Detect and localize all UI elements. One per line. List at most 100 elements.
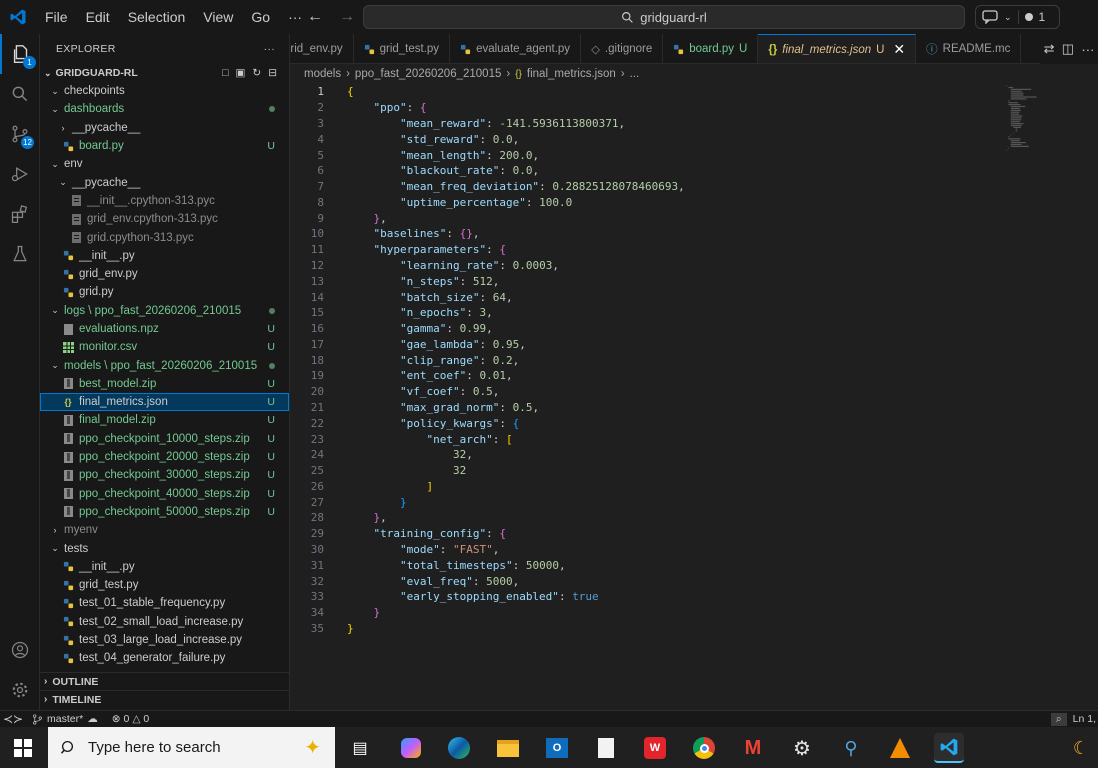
breadcrumb-file[interactable]: final_metrics.json: [527, 68, 616, 80]
tree-file[interactable]: grid.py: [40, 283, 289, 301]
zoom-icon[interactable]: ⌕: [1050, 712, 1067, 726]
testing-activity[interactable]: [0, 234, 40, 274]
code-editor[interactable]: 1{2 "ppo": {3 "mean_reward": -141.593611…: [290, 84, 1098, 710]
outlook-icon[interactable]: O: [542, 733, 572, 763]
tree-file[interactable]: ppo_checkpoint_50000_steps.zip U: [40, 503, 289, 521]
tree-folder[interactable]: › myenv: [40, 521, 289, 539]
timeline-section[interactable]: › TIMELINE: [40, 690, 289, 708]
tree-file[interactable]: __init__.py: [40, 558, 289, 576]
tree-folder[interactable]: ⌄ checkpoints: [40, 82, 289, 100]
sync-icon: ☁: [87, 713, 98, 725]
file-explorer-icon[interactable]: [493, 733, 523, 763]
run-debug-activity[interactable]: [0, 154, 40, 194]
branch-item[interactable]: master* ☁: [26, 713, 104, 725]
notepad-icon[interactable]: [591, 733, 621, 763]
tree-folder[interactable]: ⌄ models \ ppo_fast_20260206_210015: [40, 356, 289, 374]
menu-edit[interactable]: Edit: [77, 0, 119, 34]
more-actions-icon[interactable]: ···: [1081, 42, 1094, 57]
more-actions-icon[interactable]: ···: [264, 43, 275, 55]
close-icon[interactable]: ✕: [893, 41, 905, 58]
editor-tab[interactable]: ⓘ README.mc: [916, 34, 1022, 63]
collapse-all-icon[interactable]: ⊟: [268, 67, 277, 79]
tree-file[interactable]: {} final_metrics.json U: [40, 393, 289, 412]
vscode-logo-icon[interactable]: [0, 0, 36, 34]
taskbar-search[interactable]: Type here to search ✦: [48, 727, 335, 768]
refresh-icon[interactable]: ↻: [252, 67, 261, 79]
wps-office-icon[interactable]: W: [640, 733, 670, 763]
tree-folder[interactable]: › __pycache__: [40, 119, 289, 137]
command-center-search[interactable]: gridguard-rl: [363, 5, 965, 29]
source-control-activity[interactable]: 12: [0, 114, 40, 154]
vlc-icon[interactable]: [885, 733, 915, 763]
gmail-icon[interactable]: M: [738, 733, 768, 763]
tree-folder[interactable]: ⌄ env: [40, 155, 289, 173]
outline-section[interactable]: › OUTLINE: [40, 672, 289, 690]
code-line: 30 "mode": "FAST",: [290, 542, 500, 558]
tree-file[interactable]: ppo_checkpoint_40000_steps.zip U: [40, 485, 289, 503]
remote-icon[interactable]: ≺≻: [0, 712, 26, 726]
search-activity[interactable]: [0, 74, 40, 114]
menu-go[interactable]: Go: [242, 0, 279, 34]
vscode-taskbar-icon[interactable]: [934, 733, 964, 763]
windows-start-icon[interactable]: [14, 739, 32, 757]
tree-file[interactable]: board.py U: [40, 137, 289, 155]
tree-file[interactable]: grid_env.cpython-313.pyc: [40, 210, 289, 228]
tree-file[interactable]: test_01_stable_frequency.py: [40, 594, 289, 612]
breadcrumb-run-folder[interactable]: ppo_fast_20260206_210015: [355, 68, 501, 80]
settings-icon[interactable]: ⚙: [787, 733, 817, 763]
editor-scrollbar[interactable]: [1085, 84, 1098, 710]
menu-selection[interactable]: Selection: [119, 0, 195, 34]
cursor-position[interactable]: Ln 1,: [1073, 713, 1098, 725]
editor-tab[interactable]: grid_test.py: [354, 34, 451, 63]
tree-folder[interactable]: ⌄ dashboards: [40, 100, 289, 118]
split-editor-icon[interactable]: ◫: [1062, 41, 1074, 57]
manage-activity[interactable]: [0, 670, 40, 710]
tree-file[interactable]: best_model.zip U: [40, 375, 289, 393]
tree-file[interactable]: test_02_small_load_increase.py: [40, 613, 289, 631]
tree-file[interactable]: __init__.cpython-313.pyc: [40, 192, 289, 210]
tree-file[interactable]: grid_env.py: [40, 265, 289, 283]
tree-file[interactable]: ppo_checkpoint_30000_steps.zip U: [40, 466, 289, 484]
magnifier-app-icon[interactable]: ⚲: [836, 733, 866, 763]
copilot-button[interactable]: ⌄ 1: [975, 5, 1060, 29]
breadcrumb-models[interactable]: models: [304, 68, 341, 80]
menu-file[interactable]: File: [36, 0, 77, 34]
tree-file[interactable]: monitor.csv U: [40, 338, 289, 356]
new-folder-icon[interactable]: ▣: [235, 67, 245, 79]
tree-file[interactable]: ppo_checkpoint_20000_steps.zip U: [40, 448, 289, 466]
tree-file[interactable]: test_03_large_load_increase.py: [40, 631, 289, 649]
tree-file[interactable]: final_model.zip U: [40, 411, 289, 429]
editor-tab[interactable]: board.py U: [663, 34, 759, 63]
editor-tab[interactable]: ◇ .gitignore: [581, 34, 664, 63]
tree-folder[interactable]: ⌄ tests: [40, 539, 289, 557]
copilot-app-icon[interactable]: [396, 733, 426, 763]
editor-tab[interactable]: grid_env.py: [290, 34, 354, 63]
new-file-icon[interactable]: □: [222, 67, 228, 79]
problems-item[interactable]: ⊗ 0 △ 0: [104, 713, 158, 725]
weather-icon[interactable]: ☾: [1066, 733, 1096, 763]
tree-folder[interactable]: ⌄ __pycache__: [40, 173, 289, 191]
explorer-activity[interactable]: 1: [0, 34, 40, 74]
editor-tab[interactable]: evaluate_agent.py: [450, 34, 582, 63]
search-icon: [12, 86, 28, 102]
task-view-icon[interactable]: ▤: [345, 733, 375, 763]
chrome-icon[interactable]: [689, 733, 719, 763]
tree-file[interactable]: grid_test.py: [40, 576, 289, 594]
edge-icon[interactable]: [444, 733, 474, 763]
forward-arrow-icon[interactable]: →: [336, 6, 358, 28]
breadcrumb-symbol[interactable]: ...: [630, 68, 640, 80]
extensions-activity[interactable]: [0, 194, 40, 234]
accounts-activity[interactable]: [0, 630, 40, 670]
back-arrow-icon[interactable]: ←: [304, 6, 326, 28]
compare-icon[interactable]: ⇄: [1044, 41, 1055, 57]
editor-tab[interactable]: {} final_metrics.json U ✕: [758, 34, 917, 63]
menu-view[interactable]: View: [194, 0, 242, 34]
tree-file[interactable]: __init__.py: [40, 247, 289, 265]
tree-file[interactable]: grid.cpython-313.pyc: [40, 228, 289, 246]
tree-file[interactable]: evaluations.npz U: [40, 320, 289, 338]
minimap[interactable]: [1004, 84, 1064, 154]
workspace-root[interactable]: ⌄ GRIDGUARD-RL □ ▣ ↻ ⊟: [40, 64, 289, 82]
tree-file[interactable]: test_04_generator_failure.py: [40, 649, 289, 667]
tree-file[interactable]: ppo_checkpoint_10000_steps.zip U: [40, 430, 289, 448]
tree-folder[interactable]: ⌄ logs \ ppo_fast_20260206_210015: [40, 302, 289, 320]
